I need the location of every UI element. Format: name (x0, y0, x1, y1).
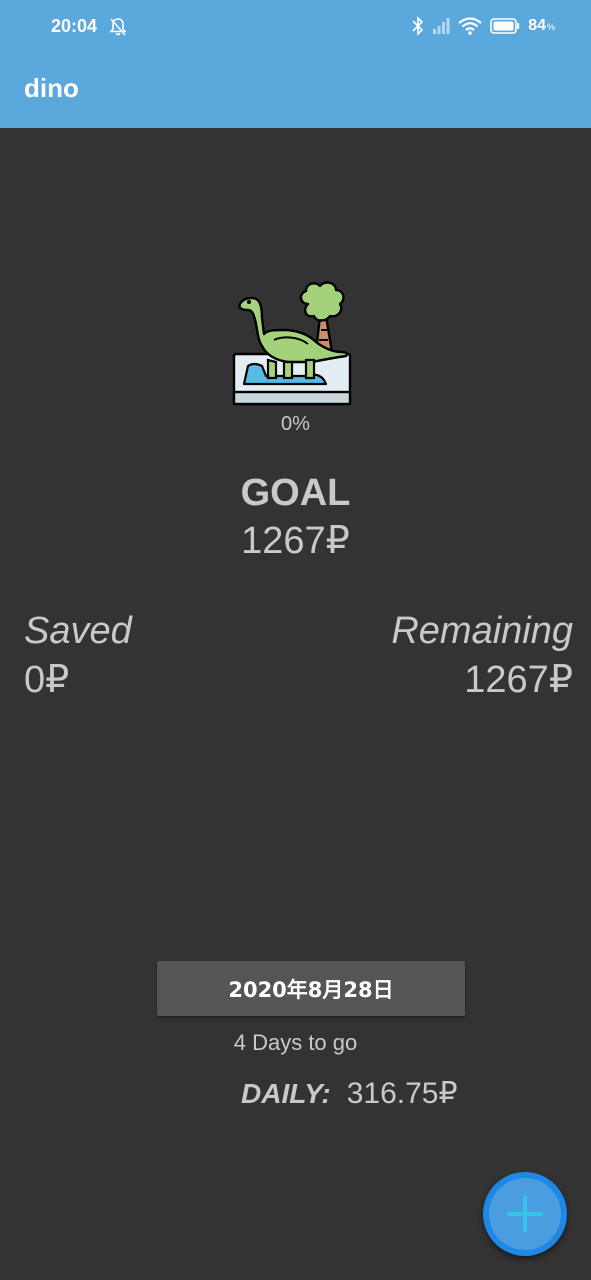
daily-value: 316.75₽ (346, 1077, 458, 1110)
battery-icon (490, 18, 520, 34)
remaining-value: 1267₽ (464, 659, 573, 701)
bluetooth-icon (412, 16, 424, 36)
app-title: dino (24, 73, 79, 103)
status-time: 20:04 (51, 16, 98, 36)
signal-icon (433, 18, 450, 34)
saved-label: Saved (24, 610, 132, 652)
goal-value: 1267₽ (241, 520, 350, 562)
daily-amount: DAILY: 316.75₽ (241, 1076, 458, 1111)
app-bar: dino (0, 54, 591, 128)
daily-label: DAILY: (241, 1078, 331, 1109)
dinosaur-icon (232, 281, 352, 406)
progress-percent: 0% (281, 413, 310, 435)
remaining-label: Remaining (391, 610, 573, 652)
saved-value: 0₽ (24, 659, 70, 701)
status-bar: 20:04 84% (0, 0, 591, 54)
wifi-icon (458, 17, 482, 35)
add-button-face[interactable] (489, 1178, 561, 1250)
plus-icon[interactable] (507, 1196, 543, 1232)
add-button[interactable] (483, 1172, 567, 1256)
battery-percent: 84% (528, 17, 555, 34)
goal-label: GOAL (240, 472, 351, 514)
bell-off-icon (109, 18, 127, 36)
days-to-go: 4 Days to go (233, 1030, 358, 1055)
date-picker-button[interactable]: 2020年8月28日 (157, 961, 465, 1016)
